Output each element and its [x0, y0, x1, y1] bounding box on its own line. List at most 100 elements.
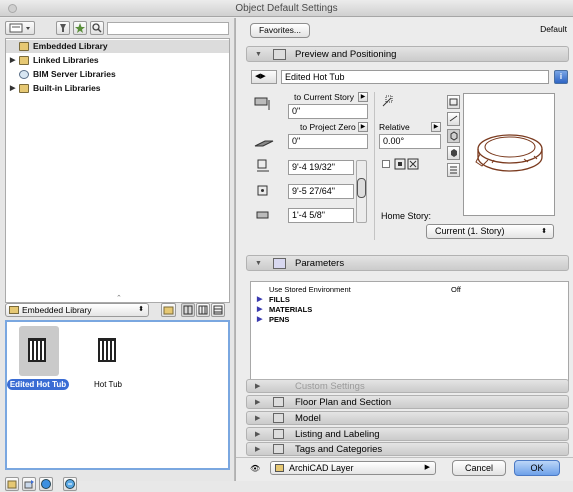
proportion-lock-button[interactable] — [357, 178, 366, 198]
title-bar: Object Default Settings — [0, 0, 573, 17]
layer-visibility-icon[interactable]: 👁 — [250, 464, 260, 473]
small-icons-view-button[interactable] — [196, 303, 210, 317]
bim-components-button[interactable] — [39, 477, 53, 491]
search-icon — [92, 23, 102, 33]
rotation-angle-field[interactable]: 0.00° — [379, 134, 441, 149]
disclosure-triangle-icon[interactable]: ▶ — [10, 54, 15, 67]
web-objects-button[interactable] — [63, 477, 77, 491]
library-icon — [9, 306, 19, 314]
cancel-button[interactable]: Cancel — [452, 460, 506, 476]
home-story-select[interactable]: Current (1. Story) ⬍ — [426, 224, 554, 239]
to-current-story-popup[interactable]: ▶ — [358, 92, 368, 102]
chair-icon — [98, 338, 116, 362]
side-view-button[interactable] — [447, 112, 460, 126]
updown-chevron-icon: ⬍ — [138, 306, 144, 313]
rotation-angle-icon — [382, 95, 393, 107]
section-model[interactable]: ▶ Model — [246, 411, 569, 425]
expand-triangle-icon: ▶ — [255, 383, 261, 390]
depth-field[interactable]: 9'-5 27/64" — [288, 184, 354, 199]
width-field[interactable]: 9'-4 19/32" — [288, 160, 354, 175]
default-label: Default — [540, 24, 567, 34]
footer-divider — [236, 457, 573, 458]
parameter-view-button[interactable] — [447, 163, 460, 177]
favorites-button[interactable]: Favorites... — [250, 23, 310, 38]
object-item-edited-hot-tub[interactable]: Edited Hot Tub — [7, 326, 69, 396]
story-offset-icon — [254, 97, 270, 110]
section-parameters[interactable]: ▼ Parameters — [246, 255, 569, 271]
to-current-story-label: to Current Story — [294, 92, 354, 102]
home-story-label: Home Story: — [381, 211, 432, 221]
folder-icon — [19, 56, 29, 65]
expand-triangle-icon: ▶ — [255, 446, 261, 453]
search-button[interactable] — [90, 21, 104, 35]
list-icon — [213, 305, 223, 315]
layer-select[interactable]: ArchiCAD Layer ▶ — [270, 461, 436, 475]
section-tags-and-categories[interactable]: ▶ Tags and Categories — [246, 442, 569, 456]
tree-item-embedded-library[interactable]: Embedded Library — [6, 40, 229, 53]
section-label: Model — [295, 413, 321, 424]
window-close-button[interactable] — [8, 4, 17, 13]
plan-view-button[interactable] — [447, 95, 460, 109]
library-manager-icon — [7, 480, 17, 489]
section-custom-settings[interactable]: ▶ Custom Settings — [246, 379, 569, 393]
library-select[interactable]: Embedded Library ⬍ — [5, 303, 149, 317]
columns-icon — [198, 305, 208, 315]
ok-button[interactable]: OK — [514, 460, 560, 476]
previous-next-arrows-icon: ◀▶ — [255, 73, 266, 80]
shaded-view-button[interactable] — [447, 146, 460, 160]
expand-triangle-icon: ▶ — [255, 399, 261, 406]
side-view-icon — [449, 115, 458, 122]
view-mode-popup[interactable] — [5, 21, 35, 35]
object-default-settings-window: Object Default Settings Embedded Library… — [0, 0, 573, 491]
height-field[interactable]: 1'-4 5/8" — [288, 208, 354, 223]
section-preview-and-positioning[interactable]: ▼ Preview and Positioning — [246, 46, 569, 62]
search-input[interactable] — [107, 22, 229, 35]
splitter-handle[interactable]: ⌃ — [116, 294, 122, 302]
web-globe-icon — [65, 479, 75, 489]
filter-icon — [60, 24, 66, 32]
new-folder-button[interactable] — [161, 303, 176, 317]
library-icon — [19, 42, 29, 51]
info-button[interactable]: i — [554, 70, 568, 84]
object-name-field[interactable]: Edited Hot Tub — [281, 70, 549, 84]
project-zero-icon — [254, 140, 274, 147]
current-story-offset-field[interactable]: 0" — [288, 104, 368, 119]
grid-icon — [183, 305, 193, 315]
object-nav-buttons[interactable]: ◀▶ — [251, 70, 277, 84]
tree-item-label: Embedded Library — [33, 41, 108, 51]
hot-tub-preview-image — [475, 134, 543, 172]
window-title: Object Default Settings — [235, 3, 338, 14]
library-manager-button[interactable] — [5, 477, 19, 491]
parameters-list: Use Stored Environment Off ▶ FILLS ▶ MAT… — [250, 281, 569, 387]
disclosure-triangle-icon[interactable]: ▶ — [10, 82, 15, 95]
mirror-checkbox[interactable] — [382, 160, 390, 168]
large-icons-view-button[interactable] — [181, 303, 195, 317]
plan-view-icon — [449, 98, 458, 106]
tree-item-built-in-libraries[interactable]: ▶ Built-in Libraries — [6, 82, 229, 95]
relative-popup[interactable]: ▶ — [431, 122, 441, 132]
tree-item-linked-libraries[interactable]: ▶ Linked Libraries — [6, 54, 229, 67]
project-zero-offset-field[interactable]: 0" — [288, 134, 368, 149]
list-params-icon — [450, 166, 457, 174]
section-listing-and-labeling[interactable]: ▶ Listing and Labeling — [246, 427, 569, 441]
bim-server-icon — [19, 70, 29, 79]
axonometric-view-button[interactable] — [447, 129, 460, 143]
pane-divider[interactable] — [235, 18, 236, 481]
layer-icon — [275, 464, 284, 472]
section-floor-plan-and-section[interactable]: ▶ Floor Plan and Section — [246, 395, 569, 409]
favorites-filter-button[interactable] — [73, 21, 87, 35]
list-view-button[interactable] — [211, 303, 225, 317]
depth-icon — [257, 185, 268, 196]
folder-icon — [163, 306, 174, 315]
load-library-button[interactable] — [22, 477, 36, 491]
tree-item-bim-server-libraries[interactable]: BIM Server Libraries — [6, 68, 229, 81]
section-label: Listing and Labeling — [295, 429, 380, 440]
expand-triangle-icon[interactable]: ▶ — [257, 314, 262, 325]
filter-button[interactable] — [56, 21, 70, 35]
param-group-row[interactable]: ▶ PENS — [251, 314, 568, 325]
to-project-zero-popup[interactable]: ▶ — [358, 122, 368, 132]
section-label: Parameters — [295, 258, 345, 269]
param-name: PENS — [269, 315, 290, 324]
object-item-hot-tub[interactable]: Hot Tub — [77, 326, 139, 396]
shaded-cube-icon — [451, 149, 457, 157]
